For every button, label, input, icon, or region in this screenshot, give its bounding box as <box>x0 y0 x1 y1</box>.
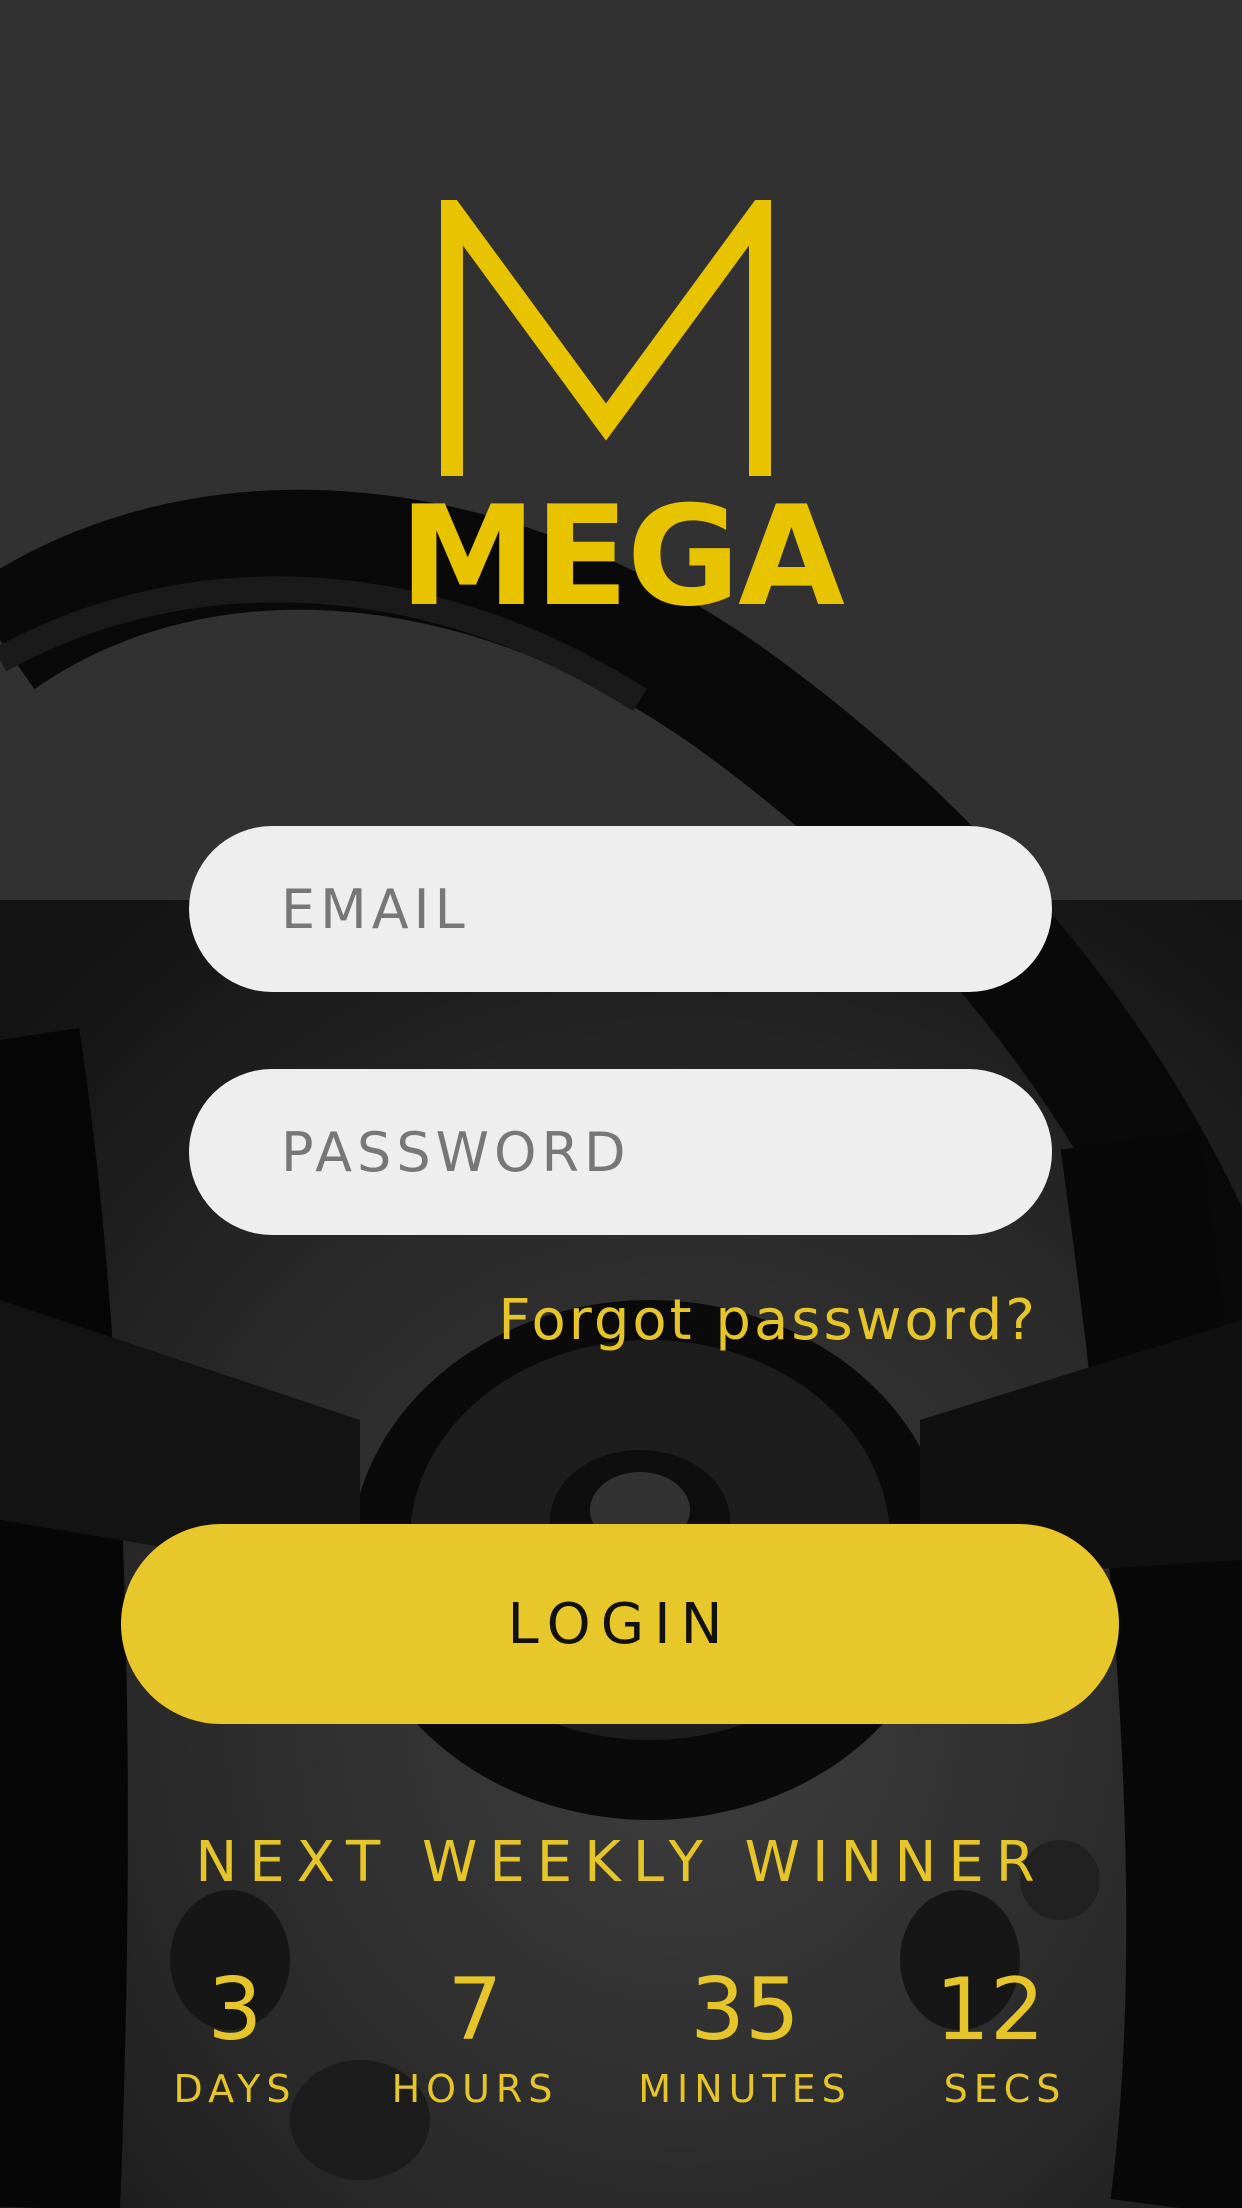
countdown-days-label: DAYS <box>173 2067 297 2111</box>
countdown-days-value: 3 <box>207 1960 263 2060</box>
countdown-hours-label: HOURS <box>391 2067 559 2111</box>
email-input[interactable] <box>279 825 1052 993</box>
brand-wordmark: MEGA <box>399 476 845 637</box>
forgot-password-link[interactable]: Forgot password? <box>498 1288 1038 1353</box>
countdown-hours-value: 7 <box>447 1960 503 2060</box>
countdown-secs-value: 12 <box>935 1960 1045 2060</box>
mega-logo-m-icon <box>441 200 771 476</box>
countdown-minutes-label: MINUTES <box>638 2067 852 2111</box>
password-field-container <box>189 1068 1052 1236</box>
countdown-title: NEXT WEEKLY WINNER <box>195 1830 1047 1895</box>
countdown-minutes-value: 35 <box>690 1960 800 2060</box>
countdown-secs-label: SECS <box>943 2067 1067 2111</box>
password-input[interactable] <box>279 1068 1052 1236</box>
email-field-container <box>189 825 1052 993</box>
login-button[interactable]: LOGIN <box>121 1524 1119 1724</box>
